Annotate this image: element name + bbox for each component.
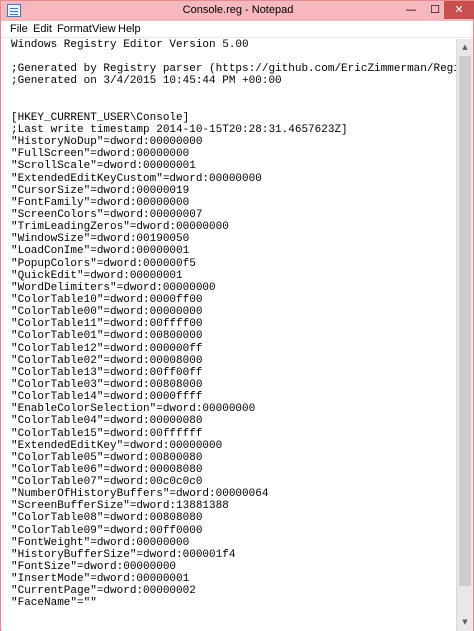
text-line: "FaceName"="" bbox=[11, 597, 97, 610]
text-line: "LoadConIme"=dword:00000001 bbox=[11, 245, 190, 258]
text-line: "ColorTable11"=dword:00ffff00 bbox=[11, 318, 203, 331]
text-line: "ExtendedEditKey"=dword:00000000 bbox=[11, 439, 223, 452]
text-line: "ColorTable08"=dword:00808080 bbox=[11, 512, 203, 525]
text-line: "InsertMode"=dword:00000001 bbox=[11, 573, 190, 586]
menu-bar: File Edit Format View Help bbox=[2, 21, 473, 38]
text-line: "FontFamily"=dword:00000000 bbox=[11, 196, 190, 209]
scroll-up-arrow-icon[interactable]: ▲ bbox=[457, 39, 473, 56]
text-line: "PopupColors"=dword:000000f5 bbox=[11, 257, 196, 270]
text-line: "ColorTable14"=dword:0000ffff bbox=[11, 391, 203, 404]
vertical-scrollbar[interactable]: ▲ ▼ bbox=[456, 39, 473, 631]
scroll-down-arrow-icon[interactable]: ▼ bbox=[457, 614, 473, 631]
text-line: ;Last write timestamp 2014-10-15T20:28:3… bbox=[11, 123, 348, 136]
text-line bbox=[11, 88, 456, 100]
text-line: "ColorTable05"=dword:00800080 bbox=[11, 451, 203, 464]
menu-edit[interactable]: Edit bbox=[33, 23, 52, 35]
menu-help[interactable]: Help bbox=[118, 23, 141, 35]
menu-file[interactable]: File bbox=[10, 23, 28, 35]
text-line: "FullScreen"=dword:00000000 bbox=[11, 148, 190, 161]
text-line: "NumberOfHistoryBuffers"=dword:00000064 bbox=[11, 488, 269, 501]
text-line: "HistoryBufferSize"=dword:000001f4 bbox=[11, 548, 236, 561]
notepad-window: Console.reg - Notepad — ☐ ✕ File Edit Fo… bbox=[0, 0, 474, 631]
text-line: "ColorTable09"=dword:00ff0000 bbox=[11, 524, 203, 537]
close-button[interactable]: ✕ bbox=[444, 1, 474, 19]
text-line: "EnableColorSelection"=dword:00000000 bbox=[11, 403, 256, 416]
text-line: "ColorTable02"=dword:00008000 bbox=[11, 354, 203, 367]
text-line: "ColorTable00"=dword:00000000 bbox=[11, 306, 203, 319]
text-line: ;Generated on 3/4/2015 10:45:44 PM +00:0… bbox=[11, 75, 282, 88]
text-line: "ColorTable03"=dword:00808000 bbox=[11, 378, 203, 391]
text-line: "HistoryNoDup"=dword:00000000 bbox=[11, 136, 203, 149]
text-line: "ColorTable15"=dword:00ffffff bbox=[11, 427, 203, 440]
text-line: "CursorSize"=dword:00000019 bbox=[11, 184, 190, 197]
text-line: "ColorTable10"=dword:0000ff00 bbox=[11, 293, 203, 306]
text-line bbox=[11, 100, 456, 112]
scroll-thumb[interactable] bbox=[459, 56, 471, 586]
text-line: ;Generated by Registry parser (https://g… bbox=[11, 63, 456, 76]
text-line: "TrimLeadingZeros"=dword:00000000 bbox=[11, 221, 229, 234]
text-line: "ColorTable13"=dword:00ff00ff bbox=[11, 366, 203, 379]
menu-view[interactable]: View bbox=[92, 23, 116, 35]
minimize-button[interactable]: — bbox=[398, 1, 424, 19]
text-line: "CurrentPage"=dword:00000002 bbox=[11, 585, 196, 598]
text-line: "WindowSize"=dword:00190050 bbox=[11, 233, 190, 246]
text-editor[interactable]: Windows Registry Editor Version 5.00 ;Gen… bbox=[2, 39, 456, 631]
text-line: "ColorTable04"=dword:00000080 bbox=[11, 415, 203, 428]
text-line: Windows Registry Editor Version 5.00 bbox=[11, 39, 249, 51]
text-line: "FontSize"=dword:00000000 bbox=[11, 561, 177, 574]
text-line: "ColorTable06"=dword:00008080 bbox=[11, 463, 203, 476]
text-line: "ExtendedEditKeyCustom"=dword:00000000 bbox=[11, 172, 262, 185]
menu-format[interactable]: Format bbox=[57, 23, 92, 35]
text-line: "FontWeight"=dword:00000000 bbox=[11, 536, 190, 549]
text-line: "ScrollScale"=dword:00000001 bbox=[11, 160, 196, 173]
text-line bbox=[11, 51, 456, 63]
text-line: "ColorTable12"=dword:000000ff bbox=[11, 342, 203, 355]
text-line: "ScreenBufferSize"=dword:13881388 bbox=[11, 500, 229, 513]
text-line: "WordDelimiters"=dword:00000000 bbox=[11, 281, 216, 294]
text-line: "ColorTable01"=dword:00800000 bbox=[11, 330, 203, 343]
editor-content: Windows Registry Editor Version 5.00 ;Gen… bbox=[11, 39, 456, 610]
text-line: "ScreenColors"=dword:00000007 bbox=[11, 208, 203, 221]
text-line: "QuickEdit"=dword:00000001 bbox=[11, 269, 183, 282]
title-bar[interactable]: Console.reg - Notepad — ☐ ✕ bbox=[1, 1, 474, 21]
text-line: [HKEY_CURRENT_USER\Console] bbox=[11, 111, 190, 124]
text-line: "ColorTable07"=dword:00c0c0c0 bbox=[11, 476, 203, 489]
